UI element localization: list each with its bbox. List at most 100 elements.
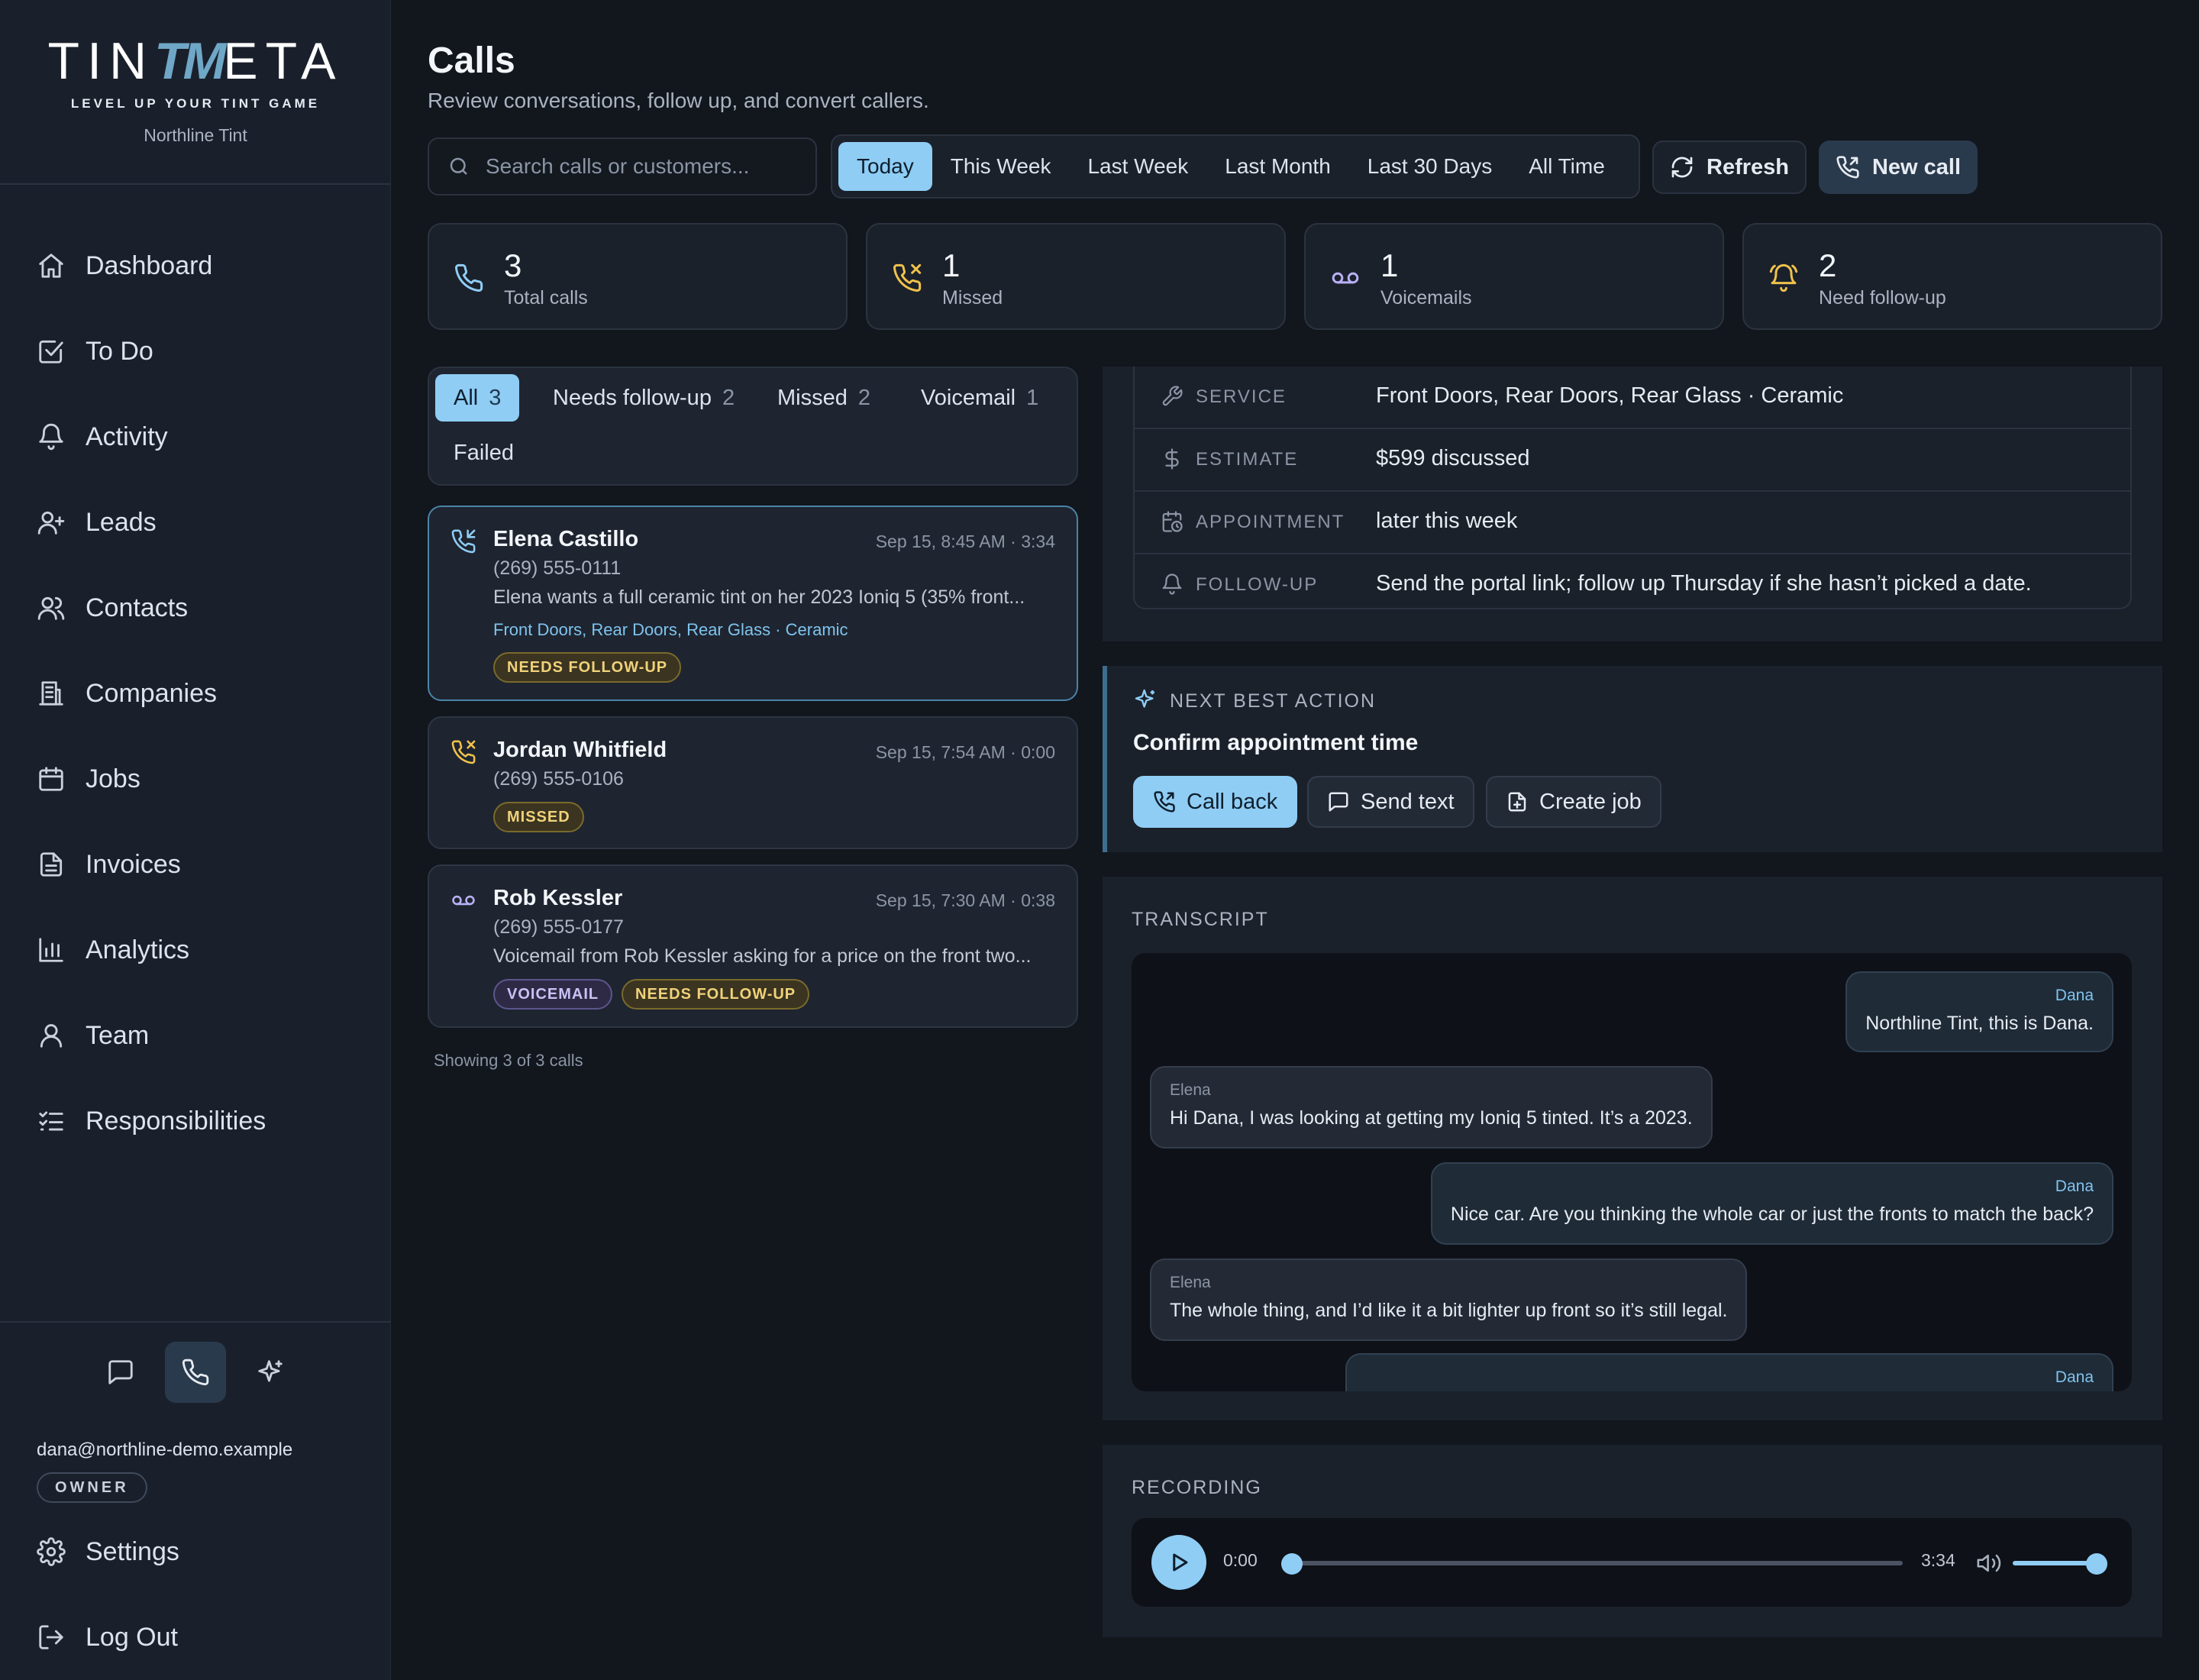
send-text-button[interactable]: Send text [1307, 776, 1474, 828]
stat-value: 2 [1819, 247, 1837, 283]
call-summary: Voicemail from Rob Kessler asking for a … [493, 945, 1032, 967]
seek-bar[interactable] [1292, 1561, 1903, 1565]
search-input[interactable] [486, 154, 806, 179]
recording-panel: RECORDING 0:00 3:34 [1103, 1445, 2162, 1637]
duration-time: 3:34 [1921, 1550, 1955, 1570]
checkbox-icon [39, 340, 63, 363]
nav-invoices[interactable]: Invoices [0, 822, 391, 907]
messages-button[interactable] [90, 1342, 151, 1403]
role-badge: OWNER [37, 1472, 147, 1503]
refresh-button[interactable]: Refresh [1652, 141, 1807, 194]
play-icon [1173, 1553, 1188, 1572]
nav-jobs[interactable]: Jobs [0, 736, 391, 822]
nav-settings[interactable]: Settings [0, 1509, 391, 1594]
seek-handle[interactable] [1281, 1553, 1303, 1575]
detail-key: FOLLOW-UP [1196, 574, 1319, 595]
nav-analytics[interactable]: Analytics [0, 907, 391, 993]
stat-total-calls[interactable]: 3 Total calls [428, 223, 848, 330]
status-badge: MISSED [493, 802, 584, 832]
refresh-label: Refresh [1707, 154, 1789, 179]
detail-value: Send the portal link; follow up Thursday… [1376, 571, 2032, 596]
call-card-elena[interactable]: Elena Castillo Sep 15, 8:45 AM · 3:34 (2… [428, 506, 1078, 701]
call-card-rob[interactable]: Rob Kessler Sep 15, 7:30 AM · 0:38 (269)… [428, 864, 1078, 1028]
transcript-panel: TRANSCRIPT Dana Northline Tint, this is … [1103, 877, 2162, 1420]
volume-slider[interactable] [2013, 1561, 2097, 1565]
nav-todo[interactable]: To Do [0, 309, 391, 394]
bell-icon [39, 423, 63, 451]
filter-voicemail[interactable]: Voicemail 1 [903, 374, 1057, 422]
next-action-title: Confirm appointment time [1133, 730, 1419, 755]
nav-logout[interactable]: Log Out [0, 1594, 391, 1680]
nav-team[interactable]: Team [0, 993, 391, 1078]
caller-phone: (269) 555-0177 [493, 916, 624, 938]
calls-button[interactable] [165, 1342, 226, 1403]
message-text: Nice car. Are you thinking the whole car… [1450, 1203, 2094, 1225]
nav-activity[interactable]: Activity [0, 394, 391, 480]
main-nav: Dashboard To Do Activity Leads Contacts … [0, 223, 391, 1164]
create-job-button[interactable]: Create job [1486, 776, 1661, 828]
users-icon [37, 596, 65, 620]
nav-label: Log Out [86, 1622, 178, 1652]
call-services: Front Doors, Rear Doors, Rear Glass · Ce… [493, 620, 848, 639]
status-badge: NEEDS FOLLOW-UP [622, 979, 810, 1010]
nav-contacts[interactable]: Contacts [0, 565, 391, 651]
chat-icon [108, 1360, 133, 1384]
stat-label: Missed [942, 287, 1003, 309]
detail-key: APPOINTMENT [1196, 512, 1345, 532]
filter-label: Missed [777, 385, 848, 410]
ai-assistant-button[interactable] [240, 1342, 301, 1403]
nav-leads[interactable]: Leads [0, 480, 391, 565]
button-label: Send text [1361, 789, 1455, 814]
call-filters: All 3 Needs follow-up 2 Missed 2 Voicemail 1… [428, 367, 1078, 486]
nav-label: Invoices [86, 849, 181, 879]
date-range-tabs: Today This Week Last Week Last Month Las… [831, 134, 1640, 199]
nav-companies[interactable]: Companies [0, 651, 391, 736]
message-bubble: Dana [1345, 1353, 2113, 1391]
stat-missed[interactable]: 1 Missed [866, 223, 1286, 330]
dollar-icon [1165, 448, 1179, 470]
file-plus-icon [1508, 792, 1526, 812]
button-label: Create job [1539, 789, 1642, 814]
bell-ring-icon [1769, 263, 1798, 292]
next-best-action: NEXT BEST ACTION Confirm appointment tim… [1103, 666, 2162, 852]
search-box[interactable] [428, 137, 817, 195]
search-icon [450, 157, 467, 175]
filter-all[interactable]: All 3 [435, 374, 520, 422]
nav-label: Activity [86, 422, 168, 451]
filter-failed[interactable]: Failed [435, 429, 532, 477]
brand-logo[interactable]: TINTMETA LEVEL UP YOUR TINT GAME Northli… [0, 31, 391, 146]
phone-icon [455, 263, 483, 292]
range-last-30-days[interactable]: Last 30 Days [1349, 142, 1510, 191]
range-last-month[interactable]: Last Month [1206, 142, 1349, 191]
range-today[interactable]: Today [838, 142, 932, 191]
message-bubble: Dana Nice car. Are you thinking the whol… [1430, 1162, 2113, 1245]
status-badge: VOICEMAIL [493, 979, 613, 1010]
stat-need-follow-up[interactable]: 2 Need follow-up [1742, 223, 2162, 330]
range-all-time[interactable]: All Time [1510, 142, 1623, 191]
nav-dashboard[interactable]: Dashboard [0, 223, 391, 309]
volume-icon[interactable] [1976, 1550, 2002, 1576]
nav-responsibilities[interactable]: Responsibilities [0, 1078, 391, 1164]
logout-icon [39, 1625, 63, 1649]
page-subtitle: Review conversations, follow up, and con… [428, 89, 929, 112]
call-details-panel: SERVICE Front Doors, Rear Doors, Rear Gl… [1103, 367, 2162, 641]
document-icon [40, 852, 63, 877]
stat-voicemails[interactable]: 1 Voicemails [1304, 223, 1724, 330]
message-bubble: Elena The whole thing, and I’d like it a… [1150, 1258, 1748, 1341]
call-back-button[interactable]: Call back [1133, 776, 1298, 828]
filter-missed[interactable]: Missed 2 [759, 374, 889, 422]
new-call-button[interactable]: New call [1819, 141, 1978, 194]
section-heading: RECORDING [1132, 1477, 1262, 1498]
transcript-scroll[interactable]: Dana Northline Tint, this is Dana. Elena… [1132, 953, 2132, 1391]
message-text: Hi Dana, I was looking at getting my Ion… [1170, 1107, 1693, 1129]
detail-key: SERVICE [1196, 386, 1287, 407]
range-this-week[interactable]: This Week [932, 142, 1070, 191]
filter-needs-follow-up[interactable]: Needs follow-up 2 [534, 374, 753, 422]
filter-count: 1 [1026, 385, 1039, 410]
range-last-week[interactable]: Last Week [1069, 142, 1206, 191]
play-button[interactable] [1151, 1535, 1206, 1590]
call-meta: Sep 15, 8:45 AM · 3:34 [875, 531, 1055, 551]
nav-label: To Do [86, 336, 153, 366]
volume-handle[interactable] [2086, 1553, 2107, 1575]
call-card-jordan[interactable]: Jordan Whitfield Sep 15, 7:54 AM · 0:00 … [428, 716, 1078, 849]
